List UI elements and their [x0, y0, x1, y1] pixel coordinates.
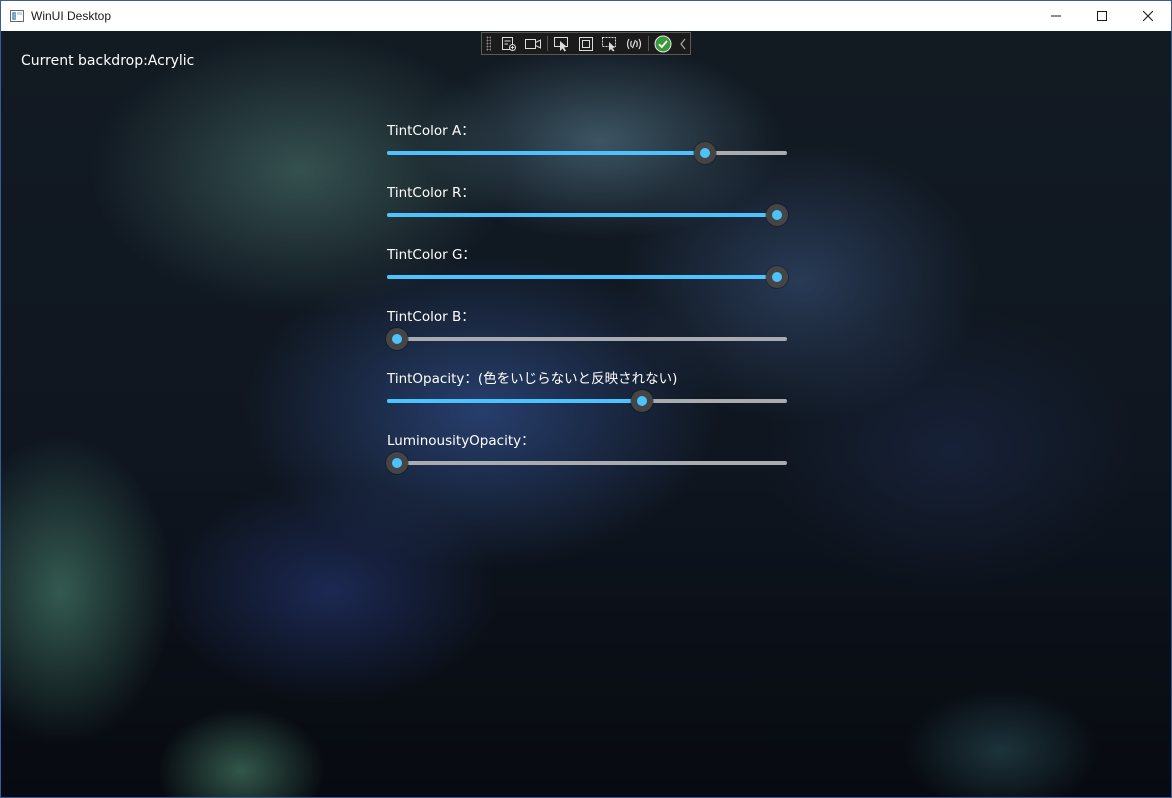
- slider-fill: [387, 275, 777, 279]
- caption-buttons: [1033, 1, 1171, 31]
- tint-color-a-label: TintColor A：: [387, 123, 475, 139]
- track-focus-icon: [601, 36, 616, 51]
- display-layout-adorners-icon: [578, 36, 593, 51]
- xaml-debug-toolbar: [481, 32, 691, 55]
- tint-color-b-label: TintColor B：: [387, 309, 475, 325]
- collapse-icon: [679, 38, 686, 49]
- slider-thumb[interactable]: [386, 328, 408, 350]
- binding-failures-icon: [626, 38, 642, 49]
- app-window: WinUI Desktop Current backdrop:Acrylic T…: [0, 0, 1172, 798]
- tint-opacity-label: TintOpacity：(色をいじらないと反映されない): [387, 371, 678, 387]
- select-element-icon: [553, 36, 568, 51]
- slider-thumb[interactable]: [766, 266, 788, 288]
- title-bar[interactable]: WinUI Desktop: [1, 1, 1171, 31]
- slider-thumb[interactable]: [766, 204, 788, 226]
- toolbar-separator: [648, 36, 650, 51]
- slider-fill: [387, 213, 777, 217]
- collapse-toolbar-button[interactable]: [675, 33, 690, 54]
- select-element-button[interactable]: [550, 33, 574, 54]
- tint-color-b-slider-group: TintColor B：: [386, 305, 787, 355]
- slider-thumb[interactable]: [693, 142, 716, 164]
- current-backdrop-label: Current backdrop:Acrylic: [21, 53, 195, 69]
- maximize-icon: [1097, 11, 1107, 21]
- live-visual-tree-icon: [501, 36, 516, 51]
- display-layout-adorners-button[interactable]: [574, 33, 598, 54]
- slider-thumb[interactable]: [631, 390, 654, 412]
- tint-color-a-slider[interactable]: [387, 142, 787, 164]
- slider-fill: [387, 151, 705, 155]
- track-focus-button[interactable]: [598, 33, 622, 54]
- tint-color-g-label: TintColor G：: [387, 247, 476, 263]
- slider-fill: [387, 399, 643, 403]
- toolbar-separator: [546, 36, 548, 51]
- tint-color-r-label: TintColor R：: [387, 185, 475, 201]
- luminosity-opacity-slider[interactable]: [386, 452, 787, 474]
- hot-reload-status-button[interactable]: [651, 33, 675, 54]
- record-icon: [524, 38, 541, 49]
- luminosity-opacity-label: LuminousityOpacity：: [387, 433, 535, 449]
- tint-color-g-slider[interactable]: [387, 266, 788, 288]
- close-button[interactable]: [1125, 1, 1171, 31]
- binding-failures-button[interactable]: [622, 33, 646, 54]
- tint-color-b-slider[interactable]: [386, 328, 787, 350]
- live-visual-tree-button[interactable]: [497, 33, 521, 54]
- tint-opacity-slider-group: TintOpacity：(色をいじらないと反映されない): [387, 367, 787, 417]
- hot-reload-ok-icon: [654, 35, 672, 52]
- tint-color-r-slider[interactable]: [387, 204, 788, 226]
- window-title: WinUI Desktop: [31, 9, 112, 23]
- slider-thumb[interactable]: [386, 452, 408, 474]
- close-icon: [1143, 11, 1153, 21]
- luminosity-opacity-slider-group: LuminousityOpacity：: [386, 429, 787, 479]
- tint-color-a-slider-group: TintColor A：: [387, 119, 787, 169]
- tint-color-r-slider-group: TintColor R：: [387, 181, 788, 231]
- app-icon: [10, 10, 24, 22]
- minimize-icon: [1051, 15, 1061, 17]
- tint-opacity-slider[interactable]: [387, 390, 787, 412]
- maximize-button[interactable]: [1079, 1, 1125, 31]
- record-button[interactable]: [521, 33, 545, 54]
- tint-color-g-slider-group: TintColor G：: [387, 243, 788, 293]
- minimize-button[interactable]: [1033, 1, 1079, 31]
- toolbar-grip-icon[interactable]: [486, 36, 491, 51]
